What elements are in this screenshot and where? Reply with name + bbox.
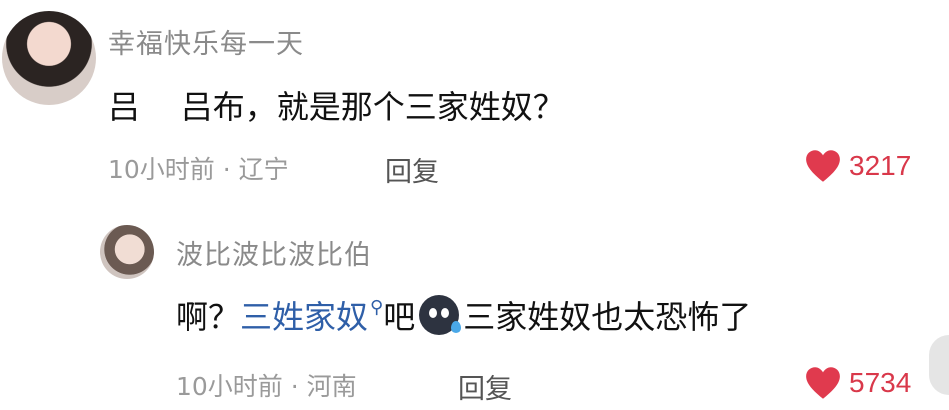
comment-text-part: 三家姓奴也太恐怖了	[463, 298, 752, 336]
reply-button[interactable]: 回复	[458, 367, 512, 406]
comment-time-location: 10小时前 · 辽宁	[108, 155, 289, 184]
reply-button[interactable]: 回复	[385, 150, 439, 189]
like-count: 5734	[849, 367, 912, 398]
heart-icon	[805, 149, 841, 183]
scrollbar[interactable]	[929, 335, 949, 395]
comment-username[interactable]: 幸福快乐每一天	[108, 22, 304, 61]
comment-text: 啊？ 三姓家奴 ⚲ 吧 三家姓奴也太恐怖了	[176, 292, 751, 338]
like-button[interactable]: 5734	[805, 366, 911, 400]
sweat-emoji-icon	[419, 295, 462, 335]
avatar[interactable]	[100, 225, 154, 279]
search-link[interactable]: 三姓家奴	[240, 292, 368, 338]
comment-text-part: 啊？	[176, 298, 241, 336]
comment-username[interactable]: 波比波比波比伯	[176, 233, 372, 272]
comment-text: 吕 吕布，就是那个三家姓奴？	[108, 88, 565, 126]
comment-text-part: 吧	[383, 298, 416, 336]
comment-time-location: 10小时前 · 河南	[176, 372, 357, 401]
heart-icon	[805, 366, 841, 400]
like-button[interactable]: 3217	[805, 149, 911, 183]
search-icon: ⚲	[370, 296, 384, 318]
like-count: 3217	[849, 150, 912, 181]
avatar[interactable]	[2, 11, 96, 105]
